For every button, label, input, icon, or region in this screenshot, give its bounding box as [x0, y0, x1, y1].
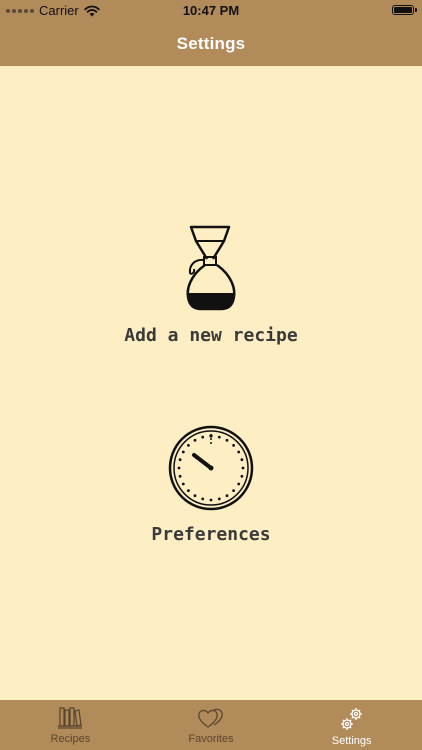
- timer-dial-icon: [168, 425, 254, 511]
- tab-recipes[interactable]: Recipes: [0, 700, 141, 750]
- tab-bar: Recipes Favorites Settings: [0, 700, 422, 750]
- add-recipe-label: Add a new recipe: [124, 325, 298, 346]
- settings-content: Add a new recipe Preferences: [0, 66, 422, 700]
- hearts-icon: [198, 708, 223, 728]
- tab-favorites-label: Favorites: [188, 733, 234, 745]
- add-recipe-button[interactable]: Add a new recipe: [0, 223, 422, 346]
- navigation-bar: Settings: [0, 22, 422, 66]
- tab-recipes-label: Recipes: [50, 733, 91, 745]
- tab-favorites[interactable]: Favorites: [141, 700, 282, 750]
- preferences-button[interactable]: Preferences: [0, 424, 422, 545]
- gears-icon: [340, 708, 362, 730]
- chemex-coffee-maker-icon: [186, 225, 236, 311]
- tab-settings-label: Settings: [331, 735, 372, 747]
- page-title: Settings: [176, 34, 246, 53]
- tab-settings[interactable]: Settings: [281, 700, 422, 750]
- battery-icon: [392, 5, 417, 15]
- books-icon: [58, 707, 83, 729]
- status-bar: Carrier 10:47 PM: [0, 0, 422, 22]
- preferences-label: Preferences: [151, 524, 271, 545]
- status-time: 10:47 PM: [182, 3, 240, 18]
